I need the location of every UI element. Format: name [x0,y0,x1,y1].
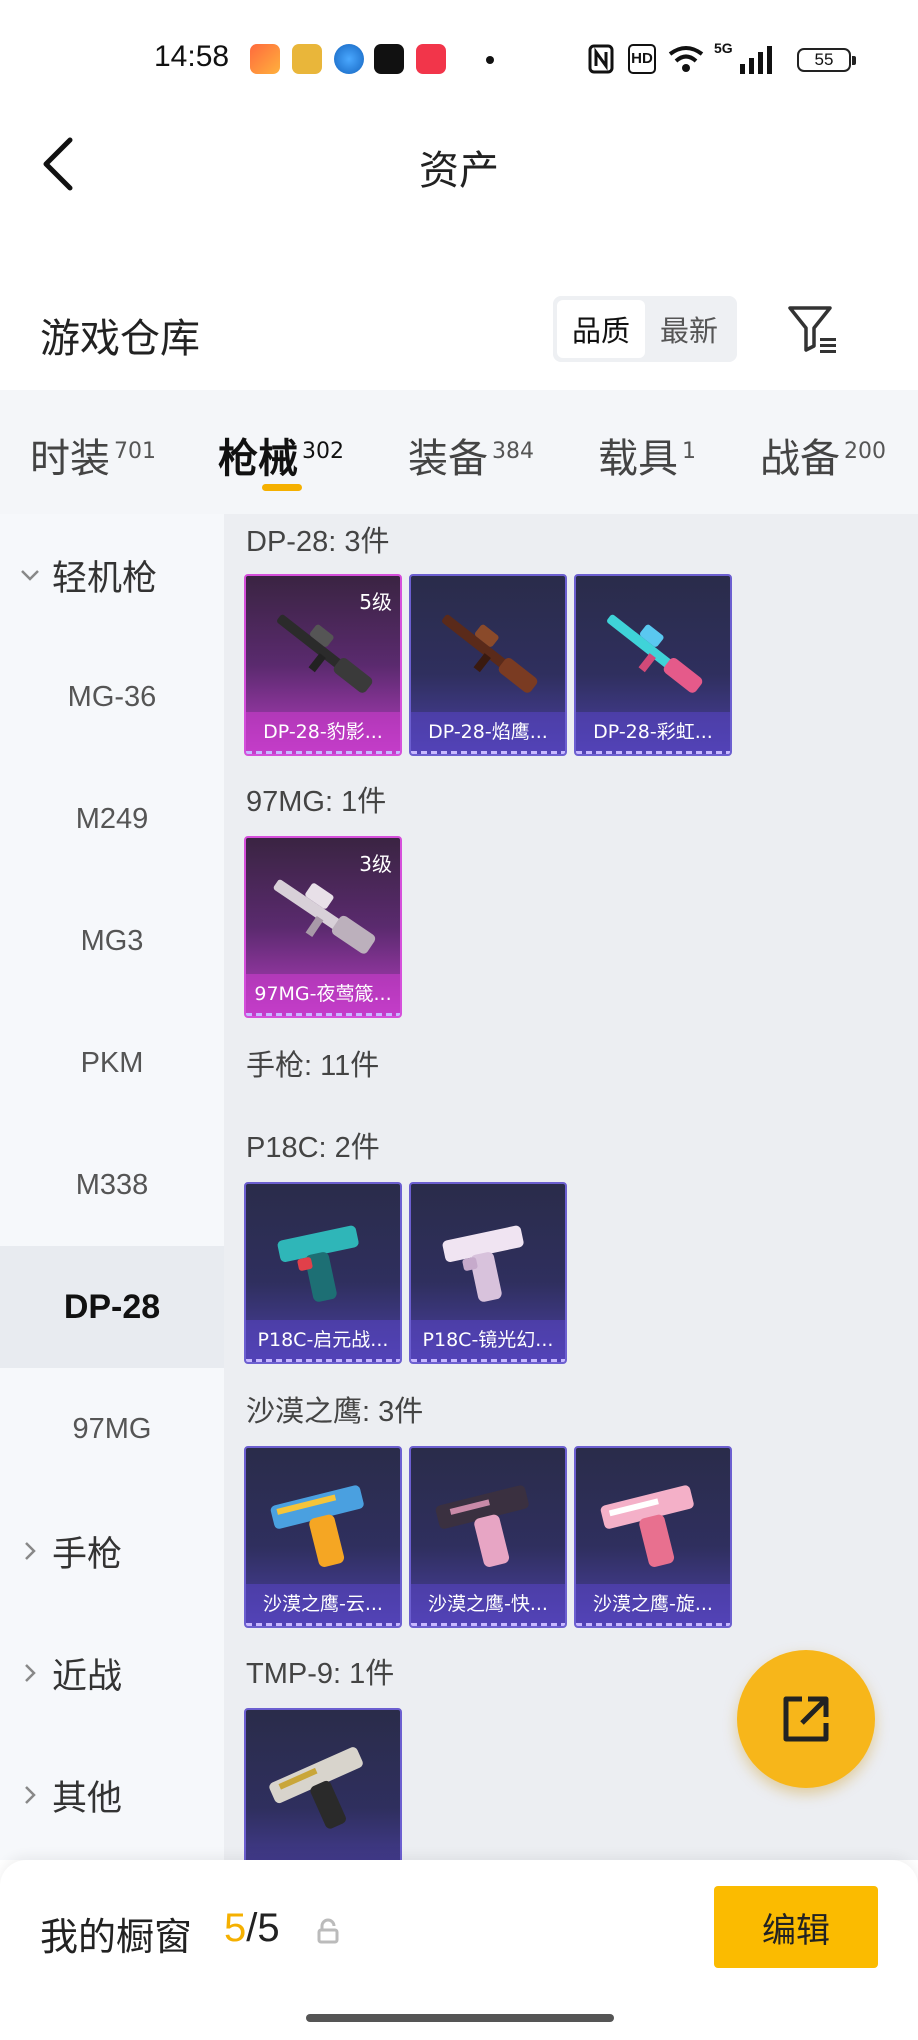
sidebar-item-pkm[interactable]: PKM [0,1002,224,1124]
music-icon [416,44,446,74]
pistol-icon [435,1485,529,1567]
edit-button[interactable]: 编辑 [714,1886,878,1968]
sidebar-group-pistol[interactable]: 手枪 [0,1490,224,1612]
sort-toggle: 品质 最新 [553,296,737,362]
rifle-icon [607,614,703,693]
weapon-card[interactable]: DP-28-彩虹... [574,574,732,756]
pistol-icon [600,1485,694,1567]
signal-icon [740,46,772,74]
sidebar-item-mg36[interactable]: MG-36 [0,636,224,758]
rarity-stripe [246,1013,400,1016]
section-title-pistol: 手枪: 11件 [246,1050,380,1082]
chevron-right-icon [25,1664,36,1682]
notification-app-icon [334,44,364,74]
weapon-card[interactable]: DP-28-焰鹰... [409,574,567,756]
weapon-card[interactable] [244,1708,402,1860]
status-bar: 14:58 HD 5G 55 [0,0,918,120]
hd-icon: HD [628,44,656,74]
tab-fashion[interactable]: 时装 701 [30,426,156,484]
tab-firearms[interactable]: 枪械 302 [218,426,344,484]
showcase-bar: 我的橱窗 5/5 编辑 [0,1860,918,2040]
pistol-icon [270,1485,364,1567]
weapon-card[interactable]: P18C-镜光幻... [409,1182,567,1364]
sidebar-group-melee[interactable]: 近战 [0,1612,224,1734]
weapon-card[interactable]: 沙漠之鹰-旋... [574,1446,732,1628]
home-indicator [306,2014,614,2022]
sidebar-item-mg3[interactable]: MG3 [0,880,224,1002]
sort-newest-button[interactable]: 最新 [645,300,733,358]
section-title-dp28: DP-28: 3件 [246,526,390,558]
weapon-card[interactable]: 沙漠之鹰-快... [409,1446,567,1628]
tab-supplies[interactable]: 战备 200 [760,426,886,484]
tab-vehicles[interactable]: 载具 1 [598,426,696,484]
rarity-stripe [246,1359,400,1362]
weapon-card[interactable]: 沙漠之鹰-云... [244,1446,402,1628]
weapon-name: 97MG-夜莺箴... [246,974,400,1016]
sidebar-item-m338[interactable]: M338 [0,1124,224,1246]
section-title-tmp9: TMP-9: 1件 [246,1658,395,1690]
sort-quality-button[interactable]: 品质 [557,300,645,358]
sidebar-item-dp28[interactable]: DP-28 [0,1246,224,1368]
pistol-icon [277,1225,359,1302]
chevron-right-icon [25,1542,36,1560]
weapon-card[interactable]: P18C-启元战... [244,1182,402,1364]
smg-icon [269,1747,363,1829]
weapon-name: 沙漠之鹰-快... [411,1584,565,1626]
weapon-name: P18C-启元战... [246,1320,400,1362]
weapon-sidebar: 轻机枪 MG-36 M249 MG3 PKM M338 DP-28 97MG 手… [0,514,224,1860]
sidebar-item-m249[interactable]: M249 [0,758,224,880]
rarity-stripe [411,751,565,754]
section-title-97mg: 97MG: 1件 [246,786,387,818]
warehouse-title: 游戏仓库 [40,316,200,362]
more-notifications-dot [486,56,494,64]
rarity-stripe [246,751,400,754]
chevron-down-icon [21,570,39,581]
sidebar-group-other[interactable]: 其他 [0,1734,224,1856]
section-title-deagle: 沙漠之鹰: 3件 [246,1396,424,1428]
rarity-stripe [576,1623,730,1626]
share-button[interactable] [737,1650,875,1788]
chevron-right-icon [25,1786,36,1804]
lock-icon[interactable] [316,1918,340,1944]
battery-indicator: 55 [797,48,856,72]
section-title-p18c: P18C: 2件 [246,1132,380,1164]
tab-equipment[interactable]: 装备 384 [408,426,534,484]
rarity-stripe [411,1359,565,1362]
sidebar-group-lmg[interactable]: 轻机枪 [0,514,224,636]
share-icon [783,1696,829,1742]
weapon-card[interactable]: 3级 97MG-夜莺箴... [244,836,402,1018]
weapon-name: P18C-镜光幻... [411,1320,565,1362]
weapon-name: DP-28-焰鹰... [411,712,565,754]
filter-icon[interactable] [786,302,840,356]
network-type: 5G [714,40,733,56]
rarity-stripe [576,751,730,754]
tab-active-indicator [262,484,302,491]
weapon-name: DP-28-彩虹... [576,712,730,754]
weapon-name: 沙漠之鹰-旋... [576,1584,730,1626]
status-time: 14:58 [154,40,230,73]
rifle-icon [277,614,373,693]
rifle-icon [273,879,376,954]
showcase-label: 我的橱窗 [40,1915,193,1959]
notification-app-icon [250,44,280,74]
wifi-icon [668,46,704,72]
weapon-name: 沙漠之鹰-云... [246,1584,400,1626]
category-tabs: 时装 701 枪械 302 装备 384 载具 1 战备 200 [0,390,918,514]
weapon-card[interactable]: 5级 DP-28-豹影... [244,574,402,756]
showcase-count: 5/5 [224,1906,280,1950]
rarity-stripe [246,1623,400,1626]
nfc-icon [588,44,614,74]
notification-game-icon [292,44,322,74]
page-title: 资产 [419,148,499,194]
rarity-stripe [411,1623,565,1626]
sidebar-item-97mg[interactable]: 97MG [0,1368,224,1490]
pistol-icon [442,1225,524,1302]
weapon-name: DP-28-豹影... [246,712,400,754]
rifle-icon [442,614,538,693]
tiktok-icon [374,44,404,74]
